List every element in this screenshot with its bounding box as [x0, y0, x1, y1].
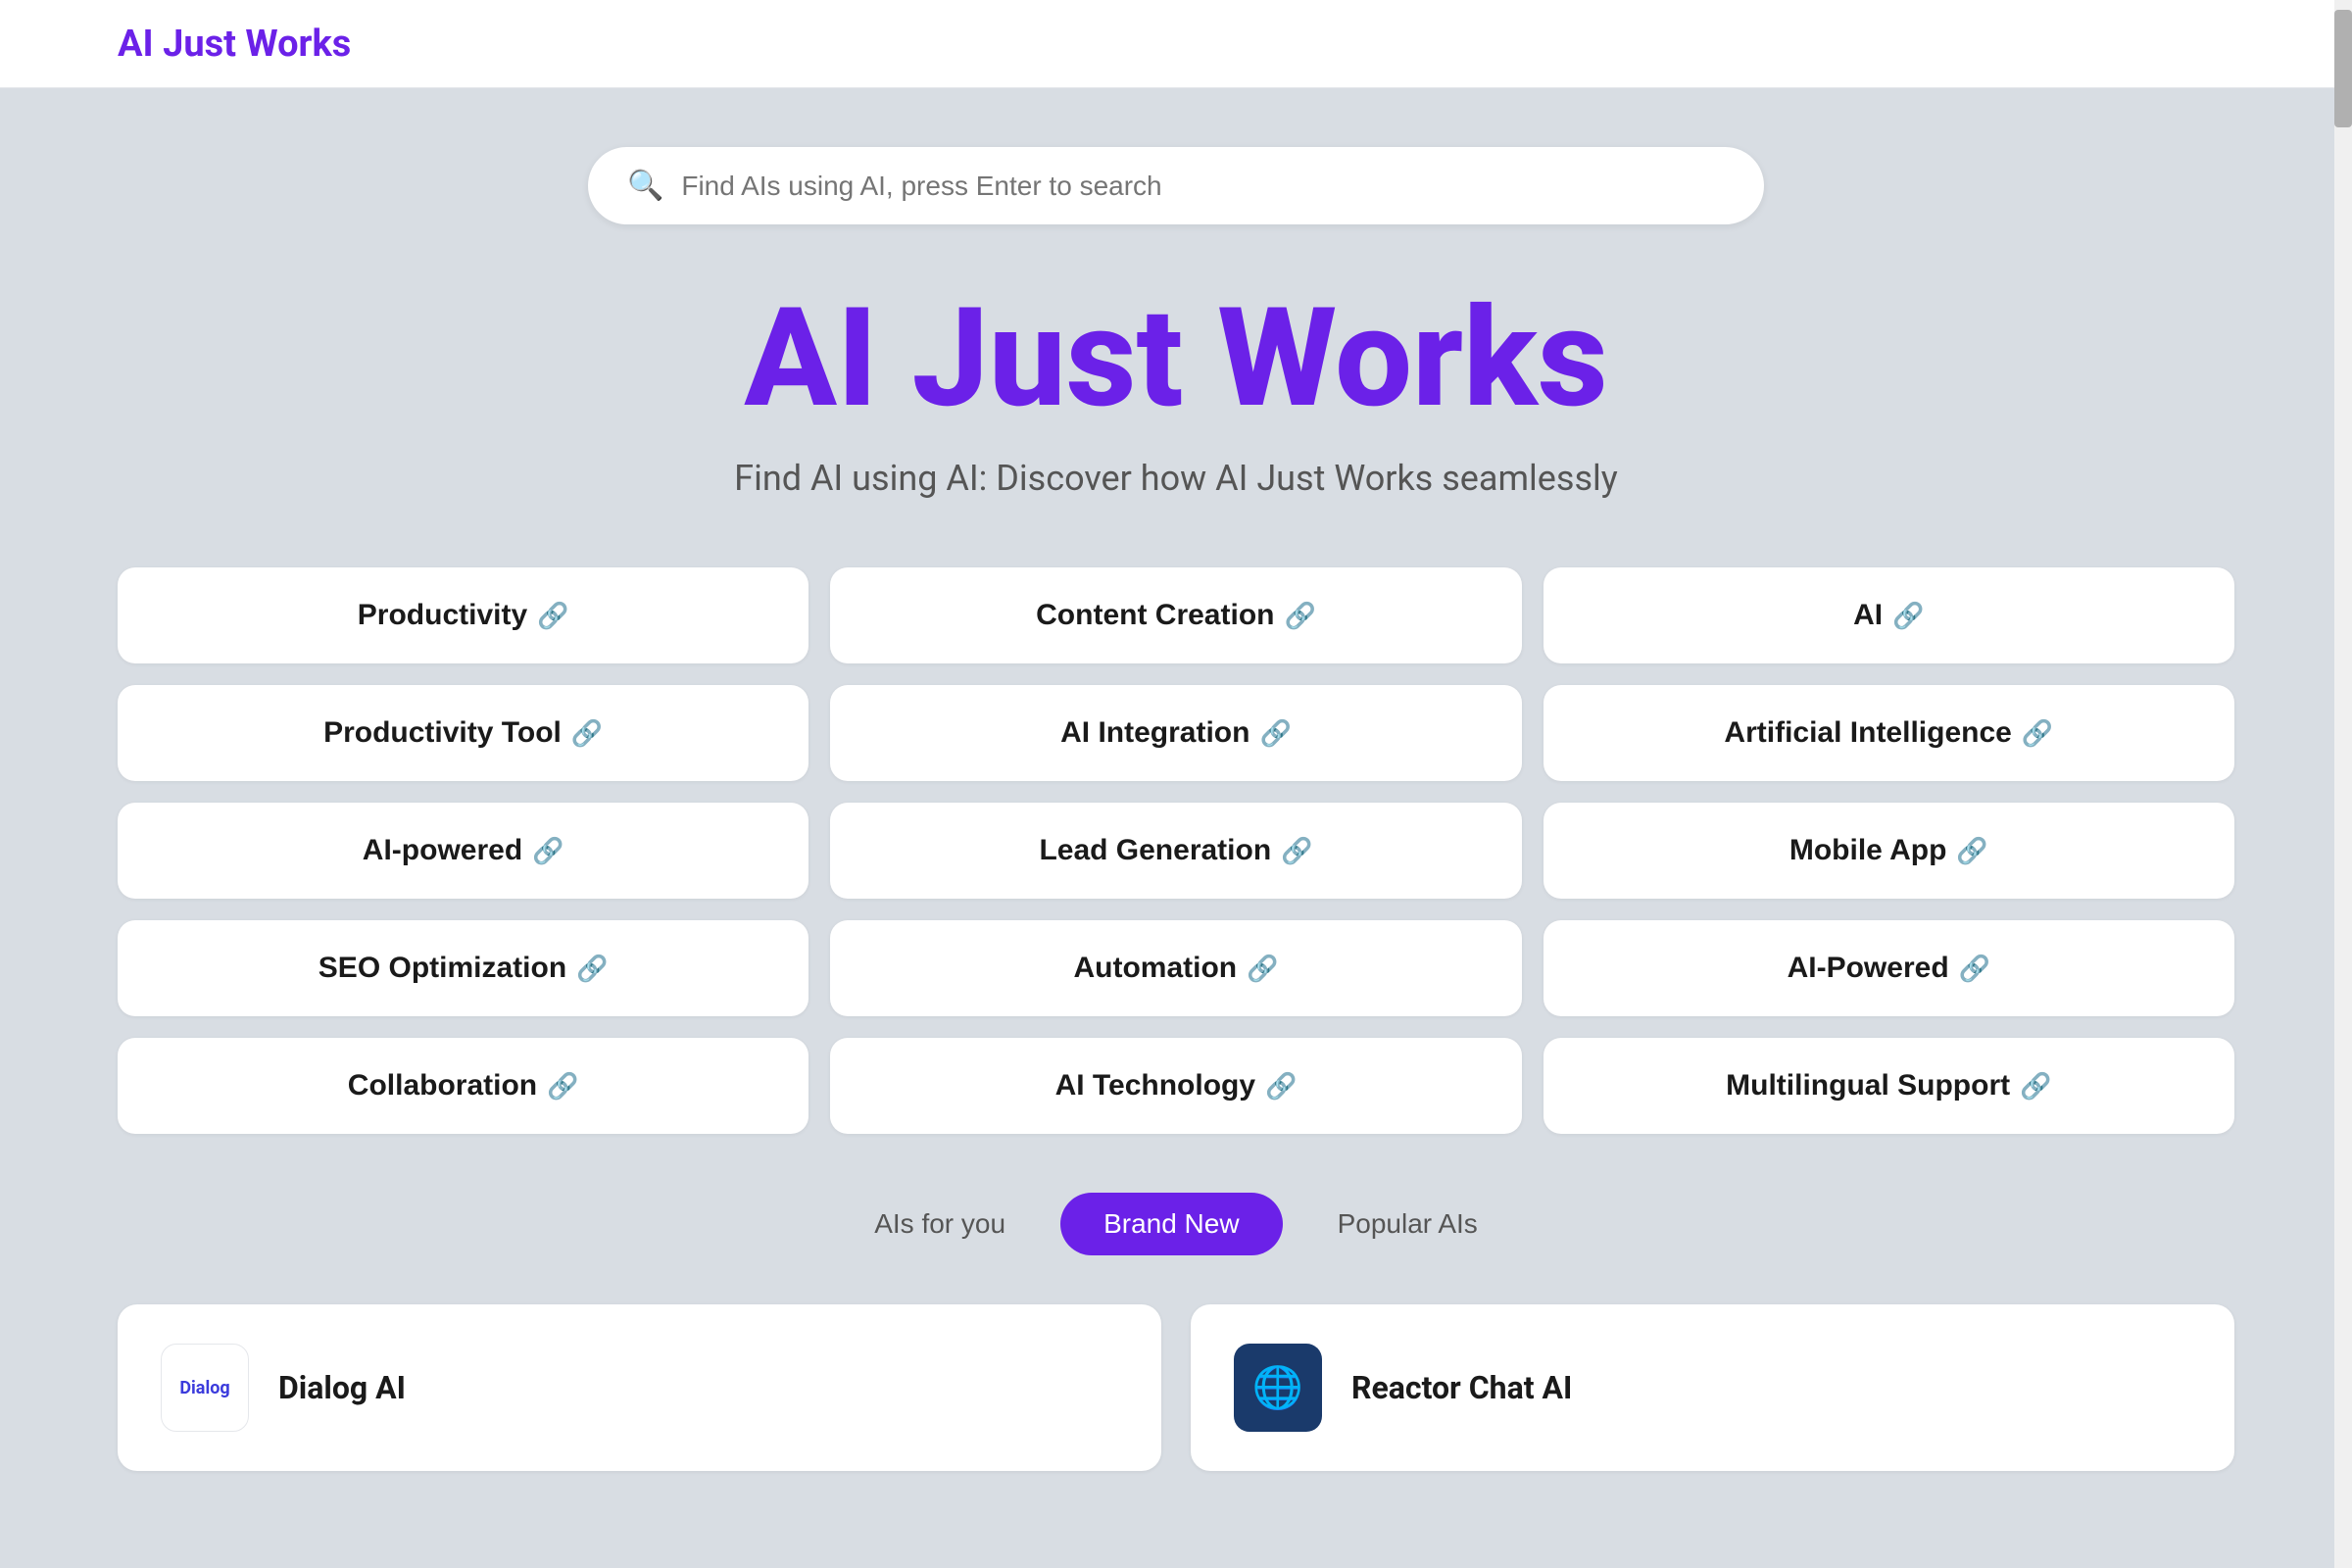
- category-button[interactable]: Content Creation 🔗: [830, 567, 1521, 663]
- category-label: AI Integration: [1060, 716, 1250, 750]
- ai-card-info: Dialog AI: [278, 1369, 406, 1406]
- ai-card-name: Dialog AI: [278, 1369, 406, 1406]
- search-icon: 🔍: [627, 169, 663, 203]
- category-label: Multilingual Support: [1726, 1069, 2010, 1102]
- search-input[interactable]: [681, 171, 1725, 202]
- link-icon: 🔗: [2022, 718, 2053, 749]
- category-label: AI Technology: [1055, 1069, 1255, 1102]
- category-button[interactable]: Lead Generation 🔗: [830, 803, 1521, 899]
- link-icon: 🔗: [571, 718, 603, 749]
- site-logo[interactable]: AI Just Works: [118, 23, 351, 66]
- avatar-emoji: 🌐: [1252, 1364, 1303, 1412]
- category-button[interactable]: AI 🔗: [1544, 567, 2234, 663]
- ai-card-info: Reactor Chat AI: [1351, 1369, 1572, 1406]
- link-icon: 🔗: [1892, 601, 1924, 631]
- category-label: AI: [1853, 599, 1883, 632]
- category-button[interactable]: Artificial Intelligence 🔗: [1544, 685, 2234, 781]
- category-label: Content Creation: [1036, 599, 1274, 632]
- scrollbar[interactable]: [2334, 0, 2352, 1568]
- category-button[interactable]: Productivity Tool 🔗: [118, 685, 808, 781]
- category-grid: Productivity🔗Content Creation🔗AI🔗Product…: [118, 567, 2234, 1134]
- avatar: 🌐: [1234, 1344, 1322, 1432]
- category-button[interactable]: Collaboration 🔗: [118, 1038, 808, 1134]
- main-content: 🔍 AI Just Works Find AI using AI: Discov…: [0, 88, 2352, 1549]
- link-icon: 🔗: [1959, 954, 1990, 984]
- link-icon: 🔗: [537, 601, 568, 631]
- category-button[interactable]: Automation 🔗: [830, 920, 1521, 1016]
- category-button[interactable]: AI Integration 🔗: [830, 685, 1521, 781]
- category-label: Productivity: [358, 599, 527, 632]
- ai-card[interactable]: Dialog Dialog AI: [118, 1304, 1161, 1471]
- hero-subtitle: Find AI using AI: Discover how AI Just W…: [118, 458, 2234, 499]
- category-button[interactable]: Mobile App 🔗: [1544, 803, 2234, 899]
- tabs-container: AIs for youBrand NewPopular AIs: [118, 1193, 2234, 1255]
- category-button[interactable]: Productivity 🔗: [118, 567, 808, 663]
- link-icon: 🔗: [1259, 718, 1291, 749]
- category-label: AI-powered: [363, 834, 522, 867]
- ai-cards-row: Dialog Dialog AI 🌐 Reactor Chat AI: [118, 1304, 2234, 1471]
- link-icon: 🔗: [1281, 836, 1312, 866]
- category-label: Automation: [1073, 952, 1237, 985]
- link-icon: 🔗: [1247, 954, 1278, 984]
- category-label: Artificial Intelligence: [1724, 716, 2011, 750]
- category-label: AI-Powered: [1788, 952, 1949, 985]
- category-button[interactable]: AI-powered 🔗: [118, 803, 808, 899]
- category-button[interactable]: Multilingual Support 🔗: [1544, 1038, 2234, 1134]
- hero-title: AI Just Works: [118, 283, 2234, 434]
- link-icon: 🔗: [2020, 1071, 2051, 1102]
- header: AI Just Works: [0, 0, 2352, 88]
- search-bar: 🔍: [588, 147, 1764, 224]
- link-icon: 🔗: [1284, 601, 1315, 631]
- category-label: Productivity Tool: [323, 716, 562, 750]
- category-button[interactable]: SEO Optimization 🔗: [118, 920, 808, 1016]
- ai-card-name: Reactor Chat AI: [1351, 1369, 1572, 1406]
- category-label: SEO Optimization: [318, 952, 566, 985]
- link-icon: 🔗: [547, 1071, 578, 1102]
- link-icon: 🔗: [576, 954, 608, 984]
- scrollbar-thumb[interactable]: [2334, 10, 2352, 127]
- category-button[interactable]: AI Technology 🔗: [830, 1038, 1521, 1134]
- category-label: Collaboration: [348, 1069, 537, 1102]
- link-icon: 🔗: [532, 836, 564, 866]
- category-label: Lead Generation: [1039, 834, 1271, 867]
- search-container: 🔍: [118, 147, 2234, 224]
- category-button[interactable]: AI-Powered 🔗: [1544, 920, 2234, 1016]
- tab-button[interactable]: AIs for you: [831, 1193, 1049, 1255]
- tab-button[interactable]: Brand New: [1060, 1193, 1283, 1255]
- link-icon: 🔗: [1265, 1071, 1297, 1102]
- link-icon: 🔗: [1956, 836, 1987, 866]
- tab-button[interactable]: Popular AIs: [1295, 1193, 1521, 1255]
- avatar: Dialog: [161, 1344, 249, 1432]
- ai-card[interactable]: 🌐 Reactor Chat AI: [1191, 1304, 2234, 1471]
- category-label: Mobile App: [1789, 834, 1947, 867]
- avatar-text: Dialog: [179, 1378, 229, 1398]
